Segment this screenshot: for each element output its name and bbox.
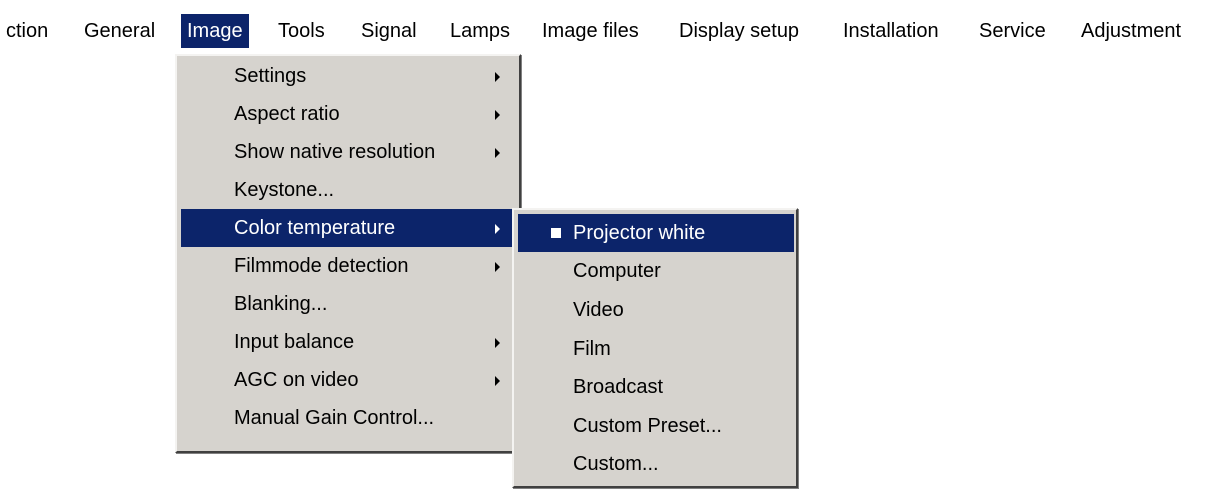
menu-function[interactable]: ction: [0, 14, 54, 48]
menu-item-label: Keystone...: [234, 179, 335, 201]
submenu-arrow-icon: [495, 148, 500, 158]
menu-item-film[interactable]: Film: [518, 330, 794, 368]
menu-item-blanking[interactable]: Blanking...: [181, 285, 517, 323]
menu-lamps[interactable]: Lamps: [444, 14, 516, 48]
menu-general[interactable]: General: [78, 14, 161, 48]
menu-item-label: Computer: [573, 260, 661, 282]
submenu-arrow-icon: [495, 376, 500, 386]
menu-bar: ction General Image Tools Signal Lamps I…: [0, 7, 1210, 55]
menu-item-label: Filmmode detection: [234, 255, 409, 277]
image-dropdown-menu: Settings Aspect ratio Show native resolu…: [175, 54, 521, 453]
menu-item-label: Custom...: [573, 453, 659, 475]
menu-image-files[interactable]: Image files: [536, 14, 645, 48]
menu-item-broadcast[interactable]: Broadcast: [518, 368, 794, 406]
menu-item-label: Video: [573, 299, 624, 321]
submenu-arrow-icon: [495, 224, 500, 234]
menu-installation[interactable]: Installation: [837, 14, 945, 48]
menu-item-filmmode-detection[interactable]: Filmmode detection: [181, 247, 517, 285]
menu-item-input-balance[interactable]: Input balance: [181, 323, 517, 361]
menu-adjustment[interactable]: Adjustment: [1075, 14, 1187, 48]
menu-item-label: Show native resolution: [234, 141, 436, 163]
menu-item-label: Aspect ratio: [234, 103, 340, 125]
menu-item-custom-preset[interactable]: Custom Preset...: [518, 407, 794, 445]
menu-item-label: AGC on video: [234, 369, 359, 391]
menu-image[interactable]: Image: [181, 14, 249, 48]
menu-item-label: Custom Preset...: [573, 415, 722, 437]
menu-signal[interactable]: Signal: [355, 14, 423, 48]
menu-item-label: Projector white: [573, 222, 706, 244]
submenu-arrow-icon: [495, 72, 500, 82]
menu-item-custom[interactable]: Custom...: [518, 445, 794, 483]
menu-item-agc-on-video[interactable]: AGC on video: [181, 361, 517, 399]
menu-service[interactable]: Service: [973, 14, 1052, 48]
color-temperature-submenu: Projector white Computer Video Film Broa…: [512, 208, 798, 488]
menu-item-color-temperature[interactable]: Color temperature: [181, 209, 517, 247]
menu-item-settings[interactable]: Settings: [181, 57, 517, 95]
menu-item-label: Input balance: [234, 331, 355, 353]
menu-item-label: Blanking...: [234, 293, 328, 315]
menu-item-label: Manual Gain Control...: [234, 407, 435, 429]
submenu-arrow-icon: [495, 262, 500, 272]
menu-item-keystone[interactable]: Keystone...: [181, 171, 517, 209]
menu-item-label: Settings: [234, 65, 307, 87]
menu-item-aspect-ratio[interactable]: Aspect ratio: [181, 95, 517, 133]
selected-square-icon: [551, 228, 561, 238]
menu-item-computer[interactable]: Computer: [518, 252, 794, 290]
menu-item-video[interactable]: Video: [518, 291, 794, 329]
menu-item-projector-white[interactable]: Projector white: [518, 214, 794, 252]
submenu-arrow-icon: [495, 110, 500, 120]
menu-item-manual-gain-control[interactable]: Manual Gain Control...: [181, 399, 517, 437]
menu-tools[interactable]: Tools: [272, 14, 331, 48]
menu-item-label: Color temperature: [234, 217, 396, 239]
menu-item-label: Film: [573, 338, 611, 360]
menu-item-label: Broadcast: [573, 376, 664, 398]
menu-display-setup[interactable]: Display setup: [673, 14, 805, 48]
submenu-arrow-icon: [495, 338, 500, 348]
menu-item-show-native-resolution[interactable]: Show native resolution: [181, 133, 517, 171]
